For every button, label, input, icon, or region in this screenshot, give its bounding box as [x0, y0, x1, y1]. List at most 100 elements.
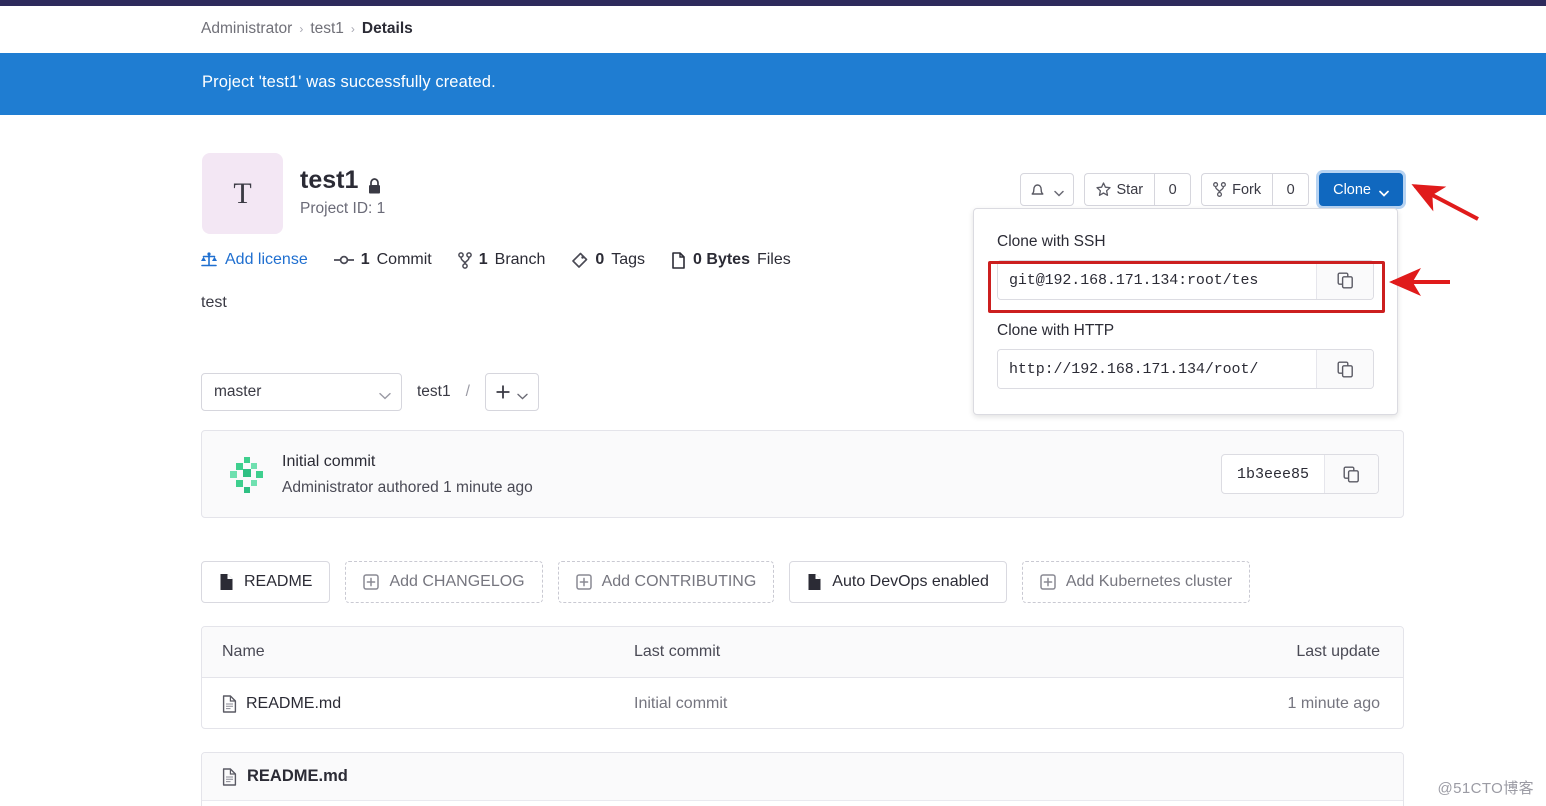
readme-preview-panel: README.md	[201, 752, 1404, 806]
file-last-commit-cell[interactable]: Initial commit	[634, 695, 1143, 713]
commit-icon	[333, 253, 354, 267]
add-changelog-button[interactable]: Add CHANGELOG	[345, 561, 543, 603]
annotation-arrow-clone-button	[1411, 184, 1479, 221]
stat-tags-count: 0	[595, 251, 605, 268]
repository-quick-actions: README Add CHANGELOG Add CONTRIBUTING Au…	[201, 561, 1251, 603]
copy-commit-sha-button[interactable]	[1324, 455, 1378, 493]
commit-message[interactable]: Initial commit	[282, 453, 375, 471]
add-kubernetes-cluster-button[interactable]: Add Kubernetes cluster	[1021, 561, 1251, 603]
commit-author-avatar	[226, 455, 267, 496]
license-icon	[200, 251, 218, 269]
branch-selector-value: master	[214, 383, 262, 400]
readme-panel-header: README.md	[202, 753, 1403, 801]
repository-file-table: Name Last commit Last update README.md I…	[201, 626, 1404, 729]
lock-icon	[367, 173, 382, 194]
chevron-down-icon	[1379, 185, 1389, 197]
add-kubernetes-label: Add Kubernetes cluster	[1065, 573, 1233, 590]
clone-ssh-input-group	[997, 260, 1374, 300]
column-header-last-update: Last update	[1296, 643, 1380, 660]
path-root-label[interactable]: test1	[417, 383, 451, 401]
chevron-down-icon	[379, 387, 391, 400]
clone-http-section: Clone with HTTP	[997, 322, 1374, 389]
stat-tags-label: Tags	[611, 251, 646, 268]
notification-dropdown-button[interactable]	[1019, 173, 1074, 206]
chevron-down-icon	[517, 387, 529, 400]
file-icon	[671, 251, 686, 269]
commit-sha[interactable]: 1b3eee85	[1222, 455, 1324, 493]
auto-devops-button[interactable]: Auto DevOps enabled	[789, 561, 1007, 603]
project-avatar: T	[202, 153, 283, 234]
plus-box-icon	[1040, 574, 1056, 590]
clone-http-label: Clone with HTTP	[997, 322, 1115, 339]
breadcrumb: Administrator › test1 › Details	[201, 20, 413, 38]
commit-sha-group: 1b3eee85	[1220, 454, 1379, 494]
stat-add-license-label: Add license	[225, 251, 308, 268]
bell-icon	[1030, 182, 1045, 198]
branch-icon	[457, 251, 472, 269]
branch-selector[interactable]: master	[201, 373, 402, 411]
path-separator: /	[465, 383, 470, 400]
project-stats: Add license 1 Commit 1 Branch 0 Tags 0 B…	[200, 251, 791, 269]
plus-icon	[496, 385, 511, 399]
star-count[interactable]: 0	[1154, 173, 1192, 206]
auto-devops-label: Auto DevOps enabled	[832, 573, 989, 590]
readme-panel-title: README.md	[247, 767, 348, 785]
clone-ssh-label: Clone with SSH	[997, 233, 1106, 250]
stat-commits-count: 1	[360, 251, 370, 268]
breadcrumb-item-details: Details	[361, 20, 413, 37]
readme-button-label: README	[244, 573, 313, 590]
flash-success-banner: Project 'test1' was successfully created…	[0, 53, 1546, 115]
stat-branches-count: 1	[478, 251, 488, 268]
star-button[interactable]: Star	[1083, 173, 1155, 206]
add-contributing-label: Add CONTRIBUTING	[601, 573, 757, 590]
project-description: test	[201, 294, 227, 311]
copy-http-url-button[interactable]	[1316, 350, 1373, 388]
file-last-update-cell: 1 minute ago	[1287, 694, 1380, 712]
stat-commits[interactable]: 1 Commit	[333, 251, 432, 269]
table-header-row: Name Last commit Last update	[202, 627, 1403, 678]
stat-tags[interactable]: 0 Tags	[571, 251, 645, 269]
commit-author-line: Administrator authored 1 minute ago	[282, 479, 533, 496]
breadcrumb-item-administrator[interactable]: Administrator	[201, 20, 292, 38]
clone-ssh-input[interactable]	[998, 261, 1316, 299]
gitlab-project-details-page: Administrator › test1 › Details Project …	[0, 0, 1546, 806]
breadcrumb-separator-icon: ›	[350, 22, 355, 36]
clone-http-input[interactable]	[998, 350, 1316, 388]
stat-branches[interactable]: 1 Branch	[457, 251, 546, 269]
stat-files-size: 0 Bytes	[693, 251, 750, 268]
project-actions: Star 0 Fork 0 Clone	[1019, 173, 1403, 206]
clone-ssh-section: Clone with SSH	[997, 233, 1374, 300]
clone-http-input-group	[997, 349, 1374, 389]
fork-count[interactable]: 0	[1272, 173, 1310, 206]
watermark: @51CTO博客	[1437, 780, 1534, 797]
stat-files[interactable]: 0 Bytes Files	[671, 251, 791, 269]
stat-commits-label: Commit	[376, 251, 432, 268]
clone-button[interactable]: Clone	[1319, 173, 1403, 206]
readme-button[interactable]: README	[201, 561, 331, 603]
project-name: test1	[300, 166, 359, 194]
file-name-cell[interactable]: README.md	[202, 695, 634, 713]
stat-add-license[interactable]: Add license	[200, 251, 308, 269]
chevron-down-icon	[1053, 185, 1064, 197]
column-header-last-commit: Last commit	[634, 643, 721, 660]
star-button-group: Star 0	[1083, 173, 1192, 206]
branch-path-bar: master test1 /	[201, 373, 539, 411]
stat-branches-label: Branch	[494, 251, 546, 268]
project-id-label: Project ID: 1	[300, 200, 386, 217]
file-text-icon	[222, 767, 237, 786]
tag-icon	[571, 252, 588, 269]
project-avatar-letter: T	[233, 176, 252, 210]
breadcrumb-item-test1[interactable]: test1	[310, 20, 344, 38]
copy-ssh-url-button[interactable]	[1316, 261, 1373, 299]
last-commit-card: Initial commit Administrator authored 1 …	[201, 430, 1404, 518]
add-to-repo-button[interactable]	[484, 373, 539, 411]
add-contributing-button[interactable]: Add CONTRIBUTING	[557, 561, 775, 603]
clone-button-label: Clone	[1333, 181, 1371, 198]
table-row[interactable]: README.md Initial commit 1 minute ago	[202, 678, 1403, 728]
plus-box-icon	[575, 574, 592, 590]
column-header-name: Name	[222, 643, 265, 660]
fork-button[interactable]: Fork	[1201, 173, 1273, 206]
star-label: Star	[1116, 181, 1144, 198]
fork-label: Fork	[1232, 181, 1262, 198]
plus-box-icon	[363, 574, 380, 590]
